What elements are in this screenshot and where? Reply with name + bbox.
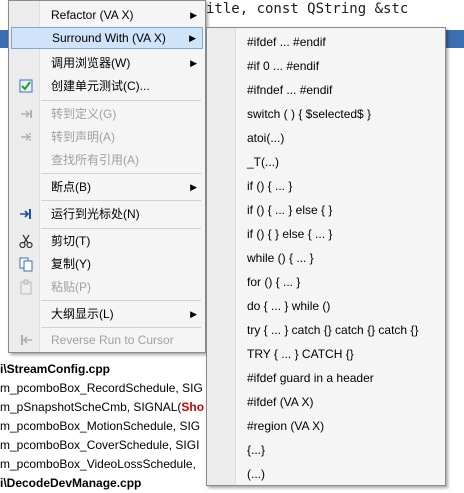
submenu-item[interactable]: #region (VA X) (247, 414, 324, 438)
menu-item-label: 转到定义(G) (51, 107, 117, 121)
submenu-item[interactable]: #ifdef guard in a header (247, 366, 374, 390)
submenu-item[interactable]: switch ( ) { $selected$ } (247, 102, 371, 126)
menu-item-outlining[interactable]: 大纲显示(L) ▶ (11, 303, 203, 325)
reverse-run-icon (21, 335, 32, 345)
submenu-item[interactable]: if () { } else { ... } (247, 222, 332, 246)
submenu-item[interactable]: {...} (247, 438, 265, 462)
submenu-arrow-icon: ▶ (190, 309, 197, 319)
menu-item-surround-with[interactable]: Surround With (VA X) ▶ (11, 27, 203, 49)
menu-separator (41, 228, 201, 229)
menu-item-breakpoint[interactable]: 断点(B) ▶ (11, 176, 203, 198)
menu-item-run-to-cursor[interactable]: 运行到光标处(N) (11, 203, 203, 225)
submenu-item[interactable]: TRY { ... } CATCH {} (247, 342, 354, 366)
submenu-arrow-icon: ▶ (189, 33, 196, 43)
submenu-item[interactable]: _T(...) (247, 150, 279, 174)
submenu-item[interactable]: #ifdef (VA X) (247, 390, 313, 414)
run-to-cursor-icon (20, 209, 31, 219)
submenu-item[interactable]: while () { ... } (247, 246, 314, 270)
submenu-arrow-icon: ▶ (190, 58, 197, 68)
menu-item-goto-definition[interactable]: 转到定义(G) (11, 103, 203, 125)
menu-separator (41, 173, 201, 174)
context-menu: Refactor (VA X) ▶ Surround With (VA X) ▶… (8, 0, 206, 353)
menu-item-reverse-run-to-cursor[interactable]: Reverse Run to Cursor (11, 329, 203, 351)
submenu-item[interactable]: for () { ... } (247, 270, 300, 294)
menu-item-label: 剪切(T) (51, 234, 91, 248)
menu-item-label: Reverse Run to Cursor (51, 333, 174, 347)
menu-item-cut[interactable]: 剪切(T) (11, 230, 203, 252)
submenu-item[interactable]: atoi(...) (247, 126, 284, 150)
menu-item-create-unit-test[interactable]: 创建单元测试(C)... (11, 75, 203, 97)
menu-item-label: Surround With (VA X) (52, 31, 166, 45)
menu-item-paste[interactable]: 粘贴(P) (11, 276, 203, 298)
goto-definition-icon (21, 110, 32, 118)
submenu-item[interactable]: if () { ... } (247, 174, 292, 198)
submenu-item[interactable]: (...) (247, 462, 265, 486)
menu-item-goto-declaration[interactable]: 转到声明(A) (11, 126, 203, 148)
cut-icon (19, 234, 33, 249)
submenu-item[interactable]: #ifdef ... #endif (247, 30, 326, 54)
menu-item-label: 大纲显示(L) (51, 307, 114, 321)
submenu-item[interactable]: do { ... } while () (247, 294, 330, 318)
menu-item-label: 运行到光标处(N) (51, 207, 140, 221)
menu-item-find-all-references[interactable]: 查找所有引用(A) (11, 149, 203, 171)
submenu-arrow-icon: ▶ (190, 10, 197, 20)
goto-declaration-icon (21, 133, 31, 141)
menu-separator (41, 327, 201, 328)
menu-item-label: 转到声明(A) (51, 130, 115, 144)
copy-icon (19, 257, 33, 272)
menu-item-call-browser[interactable]: 调用浏览器(W) ▶ (11, 52, 203, 74)
menu-separator (41, 300, 201, 301)
menu-item-label: 复制(Y) (51, 257, 91, 271)
surround-with-submenu: #ifdef ... #endif #if 0 ... #endif #ifnd… (206, 27, 446, 486)
unit-test-icon (19, 79, 33, 93)
menu-item-copy[interactable]: 复制(Y) (11, 253, 203, 275)
menu-item-refactor[interactable]: Refactor (VA X) ▶ (11, 4, 203, 26)
menu-separator (41, 200, 201, 201)
code-line-top-text: itle, const QString &stc (206, 1, 409, 17)
submenu-item[interactable]: #if 0 ... #endif (247, 54, 319, 78)
submenu-item[interactable]: if () { ... } else { } (247, 198, 332, 222)
paste-icon (20, 279, 32, 295)
submenu-arrow-icon: ▶ (190, 182, 197, 192)
menu-item-label: 调用浏览器(W) (51, 56, 131, 70)
menu-item-label: 断点(B) (51, 180, 91, 194)
menu-item-label: Refactor (VA X) (51, 8, 134, 22)
menu-separator (41, 100, 201, 101)
menu-item-label: 创建单元测试(C)... (51, 79, 150, 93)
submenu-icon-strip (207, 28, 236, 485)
submenu-item[interactable]: try { ... } catch {} catch {} catch {} (247, 318, 418, 342)
submenu-item[interactable]: #ifndef ... #endif (247, 78, 332, 102)
menu-item-label: 粘贴(P) (51, 280, 91, 294)
menu-item-label: 查找所有引用(A) (51, 153, 139, 167)
